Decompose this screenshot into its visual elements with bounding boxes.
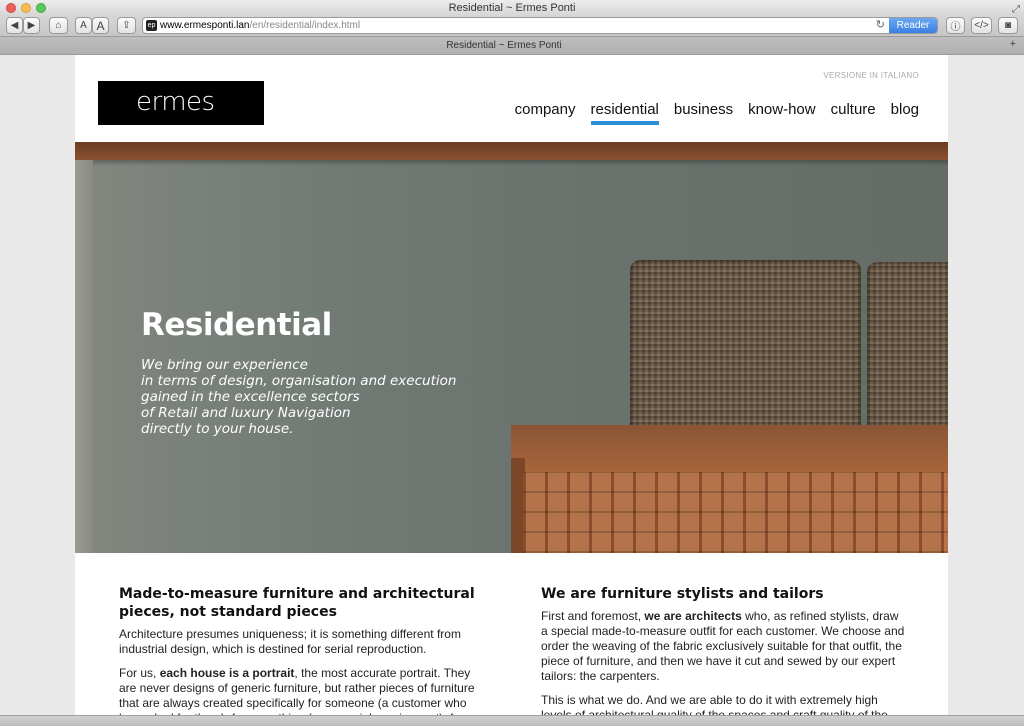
developer-button[interactable]: </> bbox=[971, 17, 992, 34]
nav-item-know-how[interactable]: know-how bbox=[748, 101, 816, 125]
home-button[interactable]: ⌂ bbox=[49, 17, 68, 34]
downloads-button[interactable]: ⓘ bbox=[946, 17, 965, 34]
content-column-left: Made-to-measure furniture and architectu… bbox=[119, 585, 484, 715]
tab-active[interactable]: Residential ~ Ermes Ponti bbox=[8, 37, 1000, 54]
paragraph: Architecture presumes uniqueness; it is … bbox=[119, 627, 461, 656]
share-button[interactable]: ⇪ bbox=[117, 17, 136, 34]
window-titlebar: Residential ~ Ermes Ponti ⤢ bbox=[0, 0, 1024, 16]
hero-basket-image bbox=[867, 262, 948, 442]
nav-item-blog[interactable]: blog bbox=[891, 101, 919, 125]
reload-icon[interactable]: ↻ bbox=[876, 18, 885, 33]
text-smaller-button[interactable]: A bbox=[75, 17, 92, 34]
paragraph: First and foremost, we are architects wh… bbox=[541, 609, 905, 683]
site-favicon-icon: ep bbox=[146, 20, 157, 31]
forward-button[interactable]: ▶ bbox=[23, 17, 40, 34]
page-viewport: ermes ponti. VERSIONE IN ITALIANO compan… bbox=[0, 55, 1024, 715]
status-bar bbox=[0, 715, 1024, 726]
content-column-right: We are furniture stylists and tailors Fi… bbox=[541, 585, 906, 715]
forward-arrow-icon: ▶ bbox=[27, 20, 36, 31]
bold-text: we are architects bbox=[644, 609, 742, 623]
section-heading: Made-to-measure furniture and architectu… bbox=[119, 586, 475, 620]
hero-tagline-line: We bring our experience bbox=[141, 357, 308, 373]
hero-tagline-line: in terms of design, organisation and exe… bbox=[141, 373, 457, 389]
reader-button[interactable]: Reader bbox=[889, 18, 937, 33]
screenshot-button[interactable]: ◙ bbox=[998, 17, 1018, 34]
nav-item-company[interactable]: company bbox=[515, 101, 576, 125]
hero-text: Residential We bring our experience in t… bbox=[141, 307, 456, 437]
code-icon: </> bbox=[974, 20, 989, 31]
info-icon: ⓘ bbox=[950, 22, 961, 33]
close-window-button[interactable] bbox=[6, 3, 16, 13]
camera-icon: ◙ bbox=[1004, 20, 1012, 31]
hero-basket-image bbox=[630, 260, 861, 442]
minimize-window-button[interactable] bbox=[21, 3, 31, 13]
language-switch-link[interactable]: VERSIONE IN ITALIANO bbox=[823, 71, 919, 80]
page-container: ermes ponti. VERSIONE IN ITALIANO compan… bbox=[75, 55, 948, 715]
hero-title: Residential bbox=[141, 307, 332, 343]
back-arrow-icon: ◀ bbox=[10, 20, 19, 31]
paragraph: This is what we do. And we are able to d… bbox=[541, 693, 888, 715]
nav-item-business[interactable]: business bbox=[674, 101, 733, 125]
tab-bar: Residential ~ Ermes Ponti + bbox=[0, 36, 1024, 55]
site-logo[interactable]: ermes ponti. bbox=[98, 81, 264, 159]
hero-tagline-line: gained in the excellence sectors bbox=[141, 389, 360, 405]
hero-cabinet-front-image bbox=[523, 472, 948, 553]
large-a-icon: A bbox=[96, 18, 105, 33]
hero-cabinet-image bbox=[511, 425, 948, 472]
main-nav: company residential business know-how cu… bbox=[515, 101, 919, 125]
hero-banner: Residential We bring our experience in t… bbox=[75, 142, 948, 553]
share-icon: ⇪ bbox=[122, 20, 131, 31]
browser-toolbar: ◀ ▶ ⌂ A A ⇪ ep www.ermesponti.lan/en/res… bbox=[0, 16, 1024, 36]
hero-shelf-image bbox=[75, 142, 948, 160]
zoom-window-button[interactable] bbox=[36, 3, 46, 13]
hero-tagline-line: of Retail and luxury Navigation bbox=[141, 405, 351, 421]
url-path: /en/residential/index.html bbox=[249, 20, 361, 31]
home-icon: ⌂ bbox=[55, 20, 62, 31]
bold-text: each house is a portrait bbox=[159, 666, 295, 680]
text-bigger-button[interactable]: A bbox=[92, 17, 109, 34]
back-button[interactable]: ◀ bbox=[6, 17, 23, 34]
nav-item-culture[interactable]: culture bbox=[831, 101, 876, 125]
new-tab-icon[interactable]: + bbox=[1010, 38, 1016, 50]
url-host: www.ermesponti.lan bbox=[160, 20, 250, 31]
hero-tagline-line: directly to your house. bbox=[141, 421, 294, 437]
address-bar[interactable]: ep www.ermesponti.lan/en/residential/ind… bbox=[142, 17, 938, 34]
small-a-icon: A bbox=[80, 20, 87, 31]
nav-item-residential[interactable]: residential bbox=[590, 101, 659, 125]
window-title: Residential ~ Ermes Ponti bbox=[448, 2, 576, 14]
section-heading: We are furniture stylists and tailors bbox=[541, 586, 824, 602]
paragraph: For us, each house is a portrait, the mo… bbox=[119, 666, 475, 715]
